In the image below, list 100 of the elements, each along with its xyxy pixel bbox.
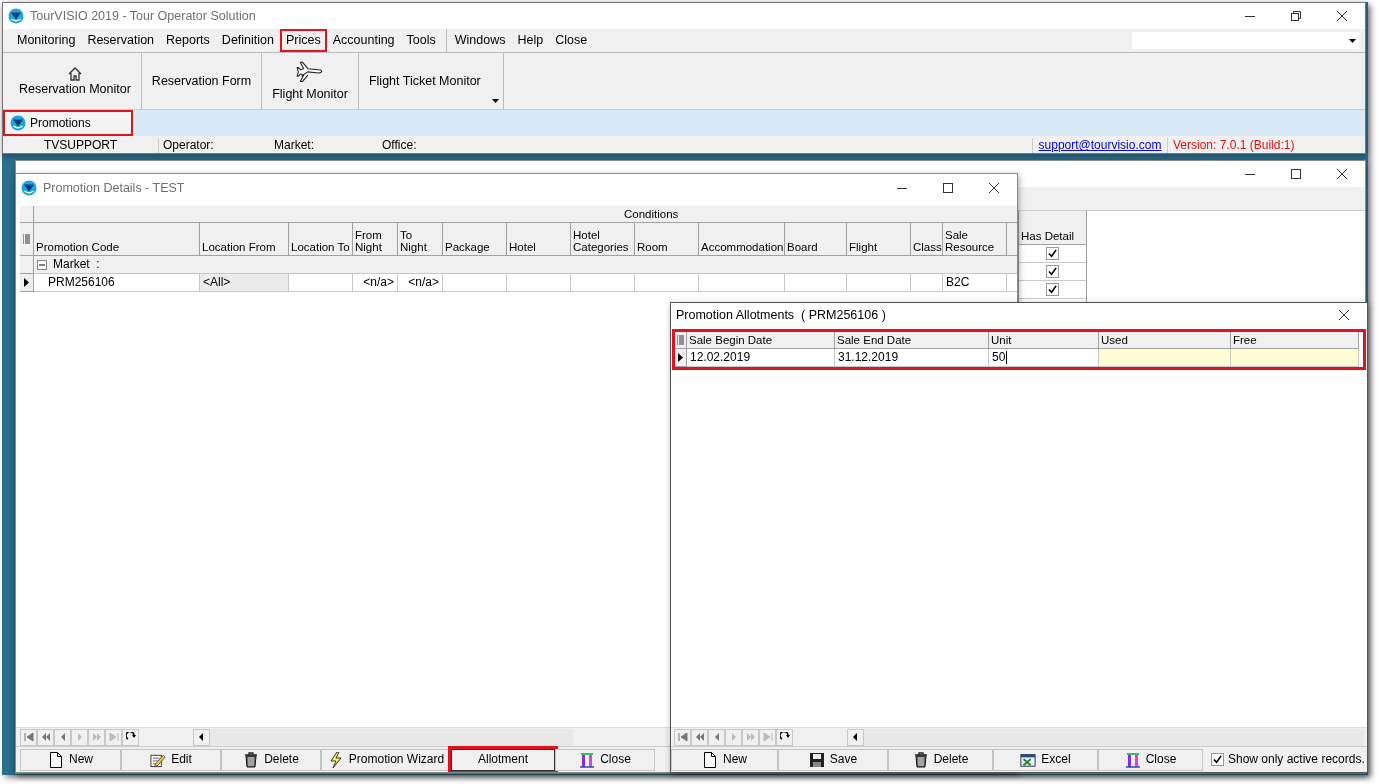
menu-item[interactable]: Monitoring	[11, 29, 82, 52]
close-button[interactable]: Close	[1098, 748, 1203, 771]
column-header[interactable]: Accommodation	[699, 223, 785, 256]
menu-item[interactable]: Accounting	[326, 29, 401, 52]
group-row[interactable]: Market :	[34, 256, 1017, 274]
column-header[interactable]: To Night	[398, 223, 443, 256]
status-text: TVSUPPORT	[42, 138, 119, 153]
restore-icon	[1291, 11, 1301, 21]
column-header[interactable]: Has Detail	[1019, 211, 1086, 245]
column-header[interactable]: Class	[911, 223, 943, 256]
column-header[interactable]: Board	[785, 223, 847, 256]
first-icon	[677, 732, 688, 742]
last-icon	[762, 732, 773, 742]
menu-item[interactable]: Definition	[215, 29, 280, 52]
refresh-icon	[125, 732, 136, 742]
checkbox[interactable]	[1211, 753, 1224, 766]
table-cell	[443, 274, 507, 292]
horizontal-scrollbar[interactable]	[193, 728, 573, 746]
save-button[interactable]: Save	[778, 748, 888, 771]
table-cell	[507, 274, 571, 292]
email-link[interactable]: support@tourvisio.com	[1032, 138, 1167, 153]
column-header[interactable]: Unit	[989, 332, 1099, 349]
action-button[interactable]: Allotment	[451, 748, 555, 771]
previous-page-icon	[40, 732, 51, 742]
wizard-button[interactable]: Promotion Wizard	[321, 748, 451, 771]
column-header[interactable]: Sale Resource	[943, 223, 1007, 256]
column-header[interactable]: Sale Begin Date	[687, 332, 835, 349]
status-text: Office:	[382, 138, 418, 153]
exit-door-icon	[579, 751, 596, 768]
dropdown-field[interactable]	[1132, 32, 1359, 49]
column-header[interactable]: From Night	[353, 223, 398, 256]
table-cell	[785, 274, 847, 292]
version-text: Version: 7.0.1 (Build:1)	[1167, 138, 1327, 153]
checkbox[interactable]	[1046, 283, 1059, 296]
column-header[interactable]: Hotel Categories	[571, 223, 635, 256]
menu-item[interactable]: Close	[549, 29, 594, 52]
previous-page-icon	[694, 732, 705, 742]
table-cell: <n/a>	[353, 274, 398, 292]
delete-button[interactable]: Delete	[888, 748, 993, 771]
maximize-icon	[1291, 169, 1301, 179]
delete-button[interactable]: Delete	[221, 748, 321, 771]
trash-icon	[912, 751, 929, 768]
column-header[interactable]: Location To	[289, 223, 353, 256]
nav-button[interactable]	[776, 728, 793, 746]
column-header[interactable]: Flight	[847, 223, 911, 256]
nav-button[interactable]	[122, 728, 139, 746]
checkbox-text: Show only active records.	[1228, 752, 1365, 767]
horizontal-scrollbar[interactable]	[847, 728, 1364, 746]
column-header[interactable]: Sale End Date	[835, 332, 989, 349]
first-icon	[23, 732, 34, 742]
close-icon	[1337, 169, 1347, 179]
menu-item[interactable]: Help	[511, 29, 550, 52]
menu-item[interactable]: Tools	[400, 29, 442, 52]
row-header[interactable]	[675, 349, 687, 367]
menu-item[interactable]: Reservation	[81, 29, 161, 52]
table-cell	[847, 274, 911, 292]
menu-item[interactable]: Reports	[160, 29, 216, 52]
menu-item[interactable]: Windows	[448, 29, 512, 52]
collapse-icon[interactable]	[37, 260, 47, 271]
table-cell	[571, 274, 635, 292]
column-chooser-icon[interactable]	[22, 234, 31, 244]
column-chooser-icon[interactable]	[676, 335, 685, 345]
home-icon	[66, 65, 83, 82]
new-button[interactable]: New	[20, 748, 121, 771]
logo-icon	[21, 180, 37, 196]
column-header[interactable]: Free	[1231, 332, 1359, 349]
logo-icon	[8, 8, 24, 24]
next-page-icon	[745, 732, 756, 742]
row-header[interactable]	[20, 274, 34, 292]
close-icon	[1339, 310, 1349, 320]
table-cell: B2C	[943, 274, 1007, 292]
new-button[interactable]: New	[671, 748, 778, 771]
column-header[interactable]: Used	[1099, 332, 1231, 349]
column-header[interactable]: Package	[443, 223, 507, 256]
edit-button[interactable]: Edit	[121, 748, 221, 771]
table-cell: PRM256106	[34, 274, 200, 292]
tab[interactable]: Promotions	[3, 110, 133, 136]
table-cell: <n/a>	[398, 274, 443, 292]
window-title: TourVISIO 2019 - Tour Operator Solution	[30, 8, 256, 24]
column-header[interactable]: Promotion Code	[34, 223, 200, 256]
close-button[interactable]: Close	[555, 748, 655, 771]
checkmark-icon	[1213, 755, 1222, 764]
table-cell: <All>	[200, 274, 289, 292]
close-icon	[989, 183, 999, 193]
spreadsheet-icon	[1020, 751, 1037, 768]
window-title: Promotion Allotments ( PRM256106 )	[676, 307, 886, 323]
table-cell	[635, 274, 699, 292]
menu-item[interactable]: Prices	[280, 29, 327, 52]
table-cell	[911, 274, 943, 292]
logo-icon	[10, 115, 26, 131]
refresh-icon	[779, 732, 790, 742]
group-label: Market :	[53, 257, 100, 272]
column-header[interactable]: Location From	[200, 223, 289, 256]
checkbox[interactable]	[1046, 265, 1059, 278]
column-header[interactable]: Room	[635, 223, 699, 256]
checkbox-label[interactable]: Show only active records.	[1203, 752, 1365, 767]
export-button[interactable]: Excel	[993, 748, 1098, 771]
window-title: Promotion Details - TEST	[43, 180, 185, 196]
column-header[interactable]: Hotel	[507, 223, 571, 256]
checkbox[interactable]	[1046, 247, 1059, 260]
